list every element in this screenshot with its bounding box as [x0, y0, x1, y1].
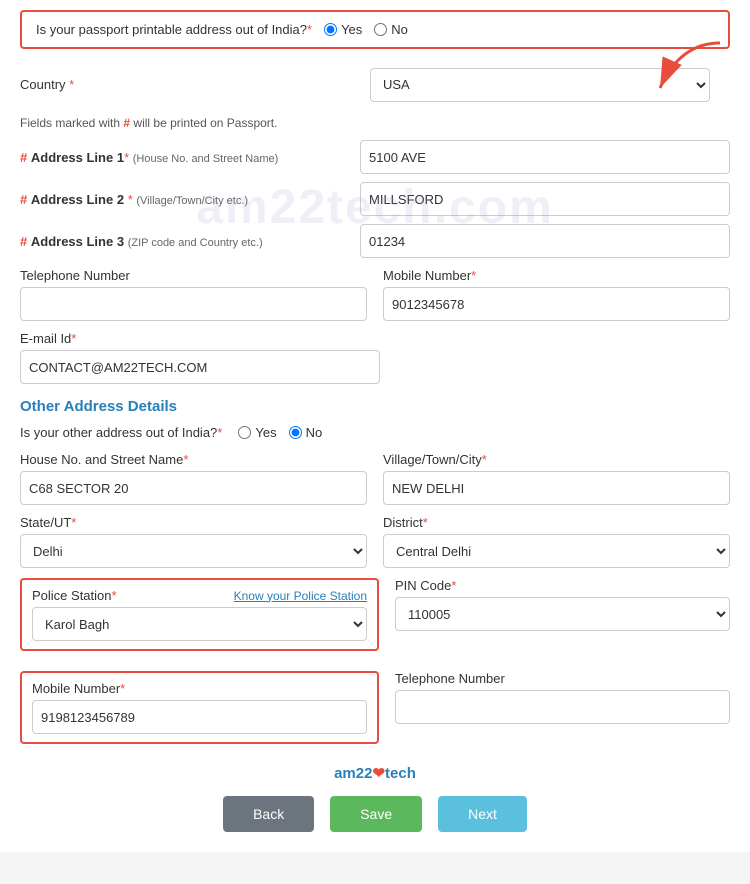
- mobile2-input[interactable]: [32, 700, 367, 734]
- address-line3-row: # Address Line 3 (ZIP code and Country e…: [20, 224, 730, 258]
- telephone-col: Telephone Number: [20, 268, 367, 321]
- passport-no-radio[interactable]: [374, 23, 387, 36]
- back-button[interactable]: Back: [223, 796, 314, 832]
- address-line2-wrapper: [360, 182, 730, 216]
- pin-select[interactable]: 110005 110001 110002: [395, 597, 730, 631]
- police-box: Police Station* Know your Police Station…: [20, 578, 379, 651]
- address-line1-label: # Address Line 1* (House No. and Street …: [20, 150, 360, 165]
- button-row: Back Save Next: [20, 796, 730, 832]
- bottom-watermark: am22❤tech: [20, 764, 730, 782]
- state-label: State/UT*: [20, 515, 367, 530]
- heart-icon: ❤: [372, 765, 385, 782]
- country-select-wrapper: USA India UK Canada Australia: [370, 68, 710, 102]
- other-yes-label[interactable]: Yes: [238, 425, 276, 440]
- police-select[interactable]: Karol Bagh Connaught Place Lajpat Nagar: [32, 607, 367, 641]
- house-input[interactable]: [20, 471, 367, 505]
- passport-question-text: Is your passport printable address out o…: [36, 22, 312, 37]
- address-section: # Address Line 1* (House No. and Street …: [20, 140, 730, 258]
- other-yes-text: Yes: [255, 425, 276, 440]
- state-district-row: State/UT* Delhi Maharashtra Karnataka Ta…: [20, 515, 730, 568]
- yes-text: Yes: [341, 22, 362, 37]
- police-label: Police Station*: [32, 588, 117, 603]
- police-pin-row: Police Station* Know your Police Station…: [20, 578, 730, 661]
- mobile2-label-row: Mobile Number*: [32, 681, 367, 696]
- other-address-question: Is your other address out of India?* Yes…: [20, 425, 730, 440]
- house-col: House No. and Street Name*: [20, 452, 367, 505]
- passport-note: Fields marked with # will be printed on …: [20, 116, 730, 130]
- email-input-wrapper: [20, 350, 380, 384]
- other-question-text: Is your other address out of India?*: [20, 425, 222, 440]
- pin-col: PIN Code* 110005 110001 110002: [395, 578, 730, 661]
- village-label: Village/Town/City*: [383, 452, 730, 467]
- phone-row: Telephone Number Mobile Number*: [20, 268, 730, 321]
- telephone-label: Telephone Number: [20, 268, 367, 283]
- other-no-radio[interactable]: [289, 426, 302, 439]
- other-radio-group: Yes No: [238, 425, 322, 440]
- state-col: State/UT* Delhi Maharashtra Karnataka Ta…: [20, 515, 367, 568]
- other-no-text: No: [306, 425, 323, 440]
- telephone2-label: Telephone Number: [395, 671, 730, 686]
- country-label: Country *: [20, 77, 120, 92]
- mobile2-label: Mobile Number*: [32, 681, 125, 696]
- telephone2-col: Telephone Number: [395, 671, 730, 754]
- district-select[interactable]: Central Delhi East Delhi West Delhi Nort…: [383, 534, 730, 568]
- village-col: Village/Town/City*: [383, 452, 730, 505]
- telephone2-input[interactable]: [395, 690, 730, 724]
- address-line3-wrapper: [360, 224, 730, 258]
- required-star: *: [307, 22, 312, 37]
- pin-label: PIN Code*: [395, 578, 730, 593]
- police-label-row: Police Station* Know your Police Station: [32, 588, 367, 603]
- other-address-title: Other Address Details: [20, 398, 730, 415]
- address-line2-label: # Address Line 2 * (Village/Town/City et…: [20, 192, 360, 207]
- house-village-row: House No. and Street Name* Village/Town/…: [20, 452, 730, 505]
- no-text: No: [391, 22, 408, 37]
- house-label: House No. and Street Name*: [20, 452, 367, 467]
- address-line2-row: # Address Line 2 * (Village/Town/City et…: [20, 182, 730, 216]
- mobile2-tel2-row: Mobile Number* Telephone Number: [20, 671, 730, 754]
- district-col: District* Central Delhi East Delhi West …: [383, 515, 730, 568]
- mobile2-box: Mobile Number*: [20, 671, 379, 744]
- address-line1-row: # Address Line 1* (House No. and Street …: [20, 140, 730, 174]
- address-line3-label: # Address Line 3 (ZIP code and Country e…: [20, 234, 360, 249]
- save-button[interactable]: Save: [330, 796, 422, 832]
- state-select[interactable]: Delhi Maharashtra Karnataka Tamil Nadu: [20, 534, 367, 568]
- mobile-input[interactable]: [383, 287, 730, 321]
- address-line1-input[interactable]: [360, 140, 730, 174]
- email-label: E-mail Id*: [20, 331, 730, 346]
- address-line1-wrapper: [360, 140, 730, 174]
- passport-yes-radio[interactable]: [324, 23, 337, 36]
- country-row: Country * USA India UK Canada Australia: [20, 63, 730, 106]
- village-input[interactable]: [383, 471, 730, 505]
- know-police-link[interactable]: Know your Police Station: [234, 589, 367, 603]
- mobile-col: Mobile Number*: [383, 268, 730, 321]
- telephone-input[interactable]: [20, 287, 367, 321]
- next-button[interactable]: Next: [438, 796, 527, 832]
- district-label: District*: [383, 515, 730, 530]
- passport-radio-group: Yes No: [324, 22, 408, 37]
- other-yes-radio[interactable]: [238, 426, 251, 439]
- address-line2-input[interactable]: [360, 182, 730, 216]
- email-input[interactable]: [20, 350, 380, 384]
- email-section: E-mail Id*: [20, 331, 730, 384]
- country-select[interactable]: USA India UK Canada Australia: [370, 68, 710, 102]
- address-line3-input[interactable]: [360, 224, 730, 258]
- other-no-label[interactable]: No: [289, 425, 323, 440]
- passport-yes-label[interactable]: Yes: [324, 22, 362, 37]
- passport-question-box: Is your passport printable address out o…: [20, 10, 730, 49]
- passport-no-label[interactable]: No: [374, 22, 408, 37]
- mobile-label: Mobile Number*: [383, 268, 730, 283]
